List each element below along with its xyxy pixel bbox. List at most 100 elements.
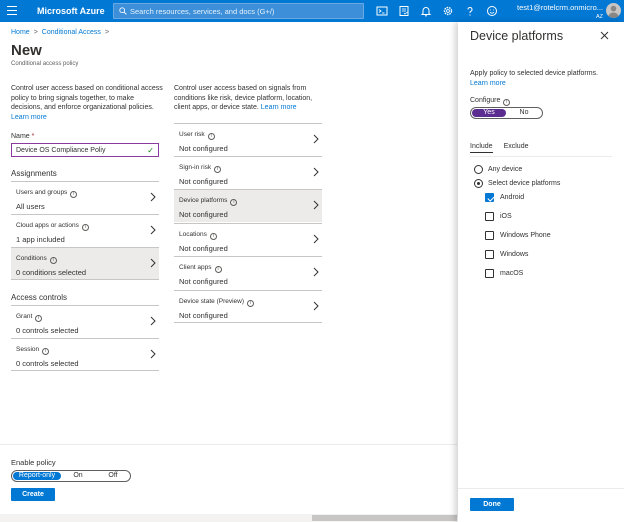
radio-circle <box>474 165 483 174</box>
user-risk-card[interactable]: User risk i Not configured <box>174 123 322 156</box>
chevron-right-icon <box>313 267 319 277</box>
info-icon[interactable]: i <box>49 256 57 264</box>
enable-policy-toggle[interactable]: Report-only On Off <box>11 470 131 482</box>
learn-more-link[interactable]: Learn more <box>11 114 47 121</box>
card-label-text: Users and groups <box>16 189 68 196</box>
card-label-text: Client apps <box>179 264 212 271</box>
policy-name-field[interactable]: Device OS Compliance Poliy ✓ <box>11 143 159 157</box>
info-icon[interactable]: i <box>81 223 89 231</box>
chevron-right-icon <box>313 200 319 210</box>
radio-circle-selected <box>474 179 483 188</box>
chevron-right-icon <box>150 349 156 359</box>
device-platforms-panel: Device platforms Apply policy to selecte… <box>458 22 624 522</box>
account-menu[interactable]: test1@rotelcrm.onmicro... AZ <box>505 3 603 20</box>
checkbox-unchecked <box>485 250 494 259</box>
horizontal-scrollbar[interactable] <box>0 514 457 522</box>
info-icon[interactable]: i <box>214 165 222 173</box>
user-avatar-icon <box>608 5 619 18</box>
breadcrumb-conditional-access[interactable]: Conditional Access <box>42 29 101 36</box>
chevron-right-icon <box>150 192 156 202</box>
card-label: Session i <box>16 346 50 355</box>
enable-policy-label: Enable policy <box>11 458 56 467</box>
conditions-card[interactable]: Conditions i 0 conditions selected <box>11 247 159 280</box>
azure-brand[interactable]: Microsoft Azure <box>37 6 105 16</box>
chevron-right-icon <box>150 258 156 268</box>
session-card[interactable]: Session i 0 controls selected <box>11 338 159 371</box>
tab-include[interactable]: Include <box>470 143 493 153</box>
device-platforms-card[interactable]: Device platforms i Not configured <box>174 189 322 222</box>
info-icon[interactable]: i <box>503 98 511 106</box>
card-value: Not configured <box>179 311 228 320</box>
info-icon[interactable]: i <box>207 132 215 140</box>
page-title: New <box>11 42 42 59</box>
info-icon[interactable]: i <box>42 347 50 355</box>
cloud-shell-icon[interactable] <box>376 5 388 17</box>
locations-card[interactable]: Locations i Not configured <box>174 223 322 256</box>
create-button[interactable]: Create <box>11 488 55 501</box>
info-icon[interactable]: i <box>209 232 217 240</box>
card-label: Device state (Preview) i <box>179 298 255 307</box>
card-value: 1 app included <box>16 235 65 244</box>
panel-description-text: Apply policy to selected device platform… <box>470 70 599 77</box>
menu-icon[interactable] <box>7 6 17 15</box>
include-exclude-tabs: Include Exclude <box>470 143 539 153</box>
checkbox-label: Windows <box>500 251 529 258</box>
panel-description: Apply policy to selected device platform… <box>470 69 620 88</box>
info-icon[interactable]: i <box>214 265 222 273</box>
help-icon[interactable] <box>464 5 476 17</box>
info-icon[interactable]: i <box>230 198 238 206</box>
assignments-description: Control user access based on conditional… <box>11 84 163 122</box>
search-input[interactable]: Search resources, services, and docs (G+… <box>113 3 364 19</box>
grant-card[interactable]: Grant i 0 controls selected <box>11 305 159 338</box>
configure-toggle[interactable]: Yes No <box>470 107 543 119</box>
sign-in-risk-card[interactable]: Sign-in risk i Not configured <box>174 156 322 189</box>
chevron-right-icon <box>150 316 156 326</box>
scrollbar-thumb[interactable] <box>312 515 457 521</box>
card-value: 0 conditions selected <box>16 268 87 277</box>
notifications-icon[interactable] <box>420 5 432 17</box>
info-icon[interactable]: i <box>70 190 78 198</box>
info-icon[interactable]: i <box>35 314 43 322</box>
learn-more-link[interactable]: Learn more <box>261 104 297 111</box>
users-and-groups-card[interactable]: Users and groups i All users <box>11 181 159 214</box>
azure-top-bar: Microsoft Azure Search resources, servic… <box>0 0 624 22</box>
configure-label-text: Configure <box>470 97 501 104</box>
tab-exclude[interactable]: Exclude <box>504 143 529 152</box>
learn-more-link[interactable]: Learn more <box>470 79 620 89</box>
client-apps-card[interactable]: Client apps i Not configured <box>174 256 322 289</box>
feedback-icon[interactable] <box>486 5 498 17</box>
search-icon <box>119 7 127 15</box>
info-icon[interactable]: i <box>247 299 255 307</box>
assignments-heading: Assignments <box>11 169 57 178</box>
card-value: Not configured <box>179 177 228 186</box>
required-marker: * <box>31 133 35 140</box>
chevron-right-icon <box>313 167 319 177</box>
directory-filter-icon[interactable] <box>398 5 410 17</box>
yes-option[interactable]: Yes <box>472 109 506 117</box>
checkbox-unchecked <box>485 231 494 240</box>
radio-label: Select device platforms <box>488 180 561 187</box>
card-value: Not configured <box>179 244 228 253</box>
breadcrumb-home[interactable]: Home <box>11 29 30 36</box>
checkbox-unchecked <box>485 269 494 278</box>
avatar[interactable] <box>606 3 621 18</box>
card-value: 0 controls selected <box>16 359 79 368</box>
valid-check-icon: ✓ <box>147 146 154 155</box>
no-option[interactable]: No <box>507 109 541 117</box>
card-value: Not configured <box>179 144 228 153</box>
checkbox-label: Android <box>500 194 525 201</box>
off-option[interactable]: Off <box>96 472 130 480</box>
card-label: Users and groups i <box>16 189 78 198</box>
close-icon[interactable] <box>600 31 609 40</box>
page-subtitle: Conditional access policy <box>11 61 79 67</box>
card-label-text: Conditions <box>16 255 47 262</box>
settings-icon[interactable] <box>442 5 454 17</box>
done-button[interactable]: Done <box>470 498 514 511</box>
checkbox-unchecked <box>485 212 494 221</box>
on-option[interactable]: On <box>62 472 94 480</box>
configure-label: Configure i <box>470 97 511 106</box>
device-state-card[interactable]: Device state (Preview) i Not configured <box>174 290 322 323</box>
card-label-text: Cloud apps or actions <box>16 222 79 229</box>
report-only-option[interactable]: Report-only <box>13 472 61 480</box>
cloud-apps-card[interactable]: Cloud apps or actions i 1 app included <box>11 214 159 247</box>
